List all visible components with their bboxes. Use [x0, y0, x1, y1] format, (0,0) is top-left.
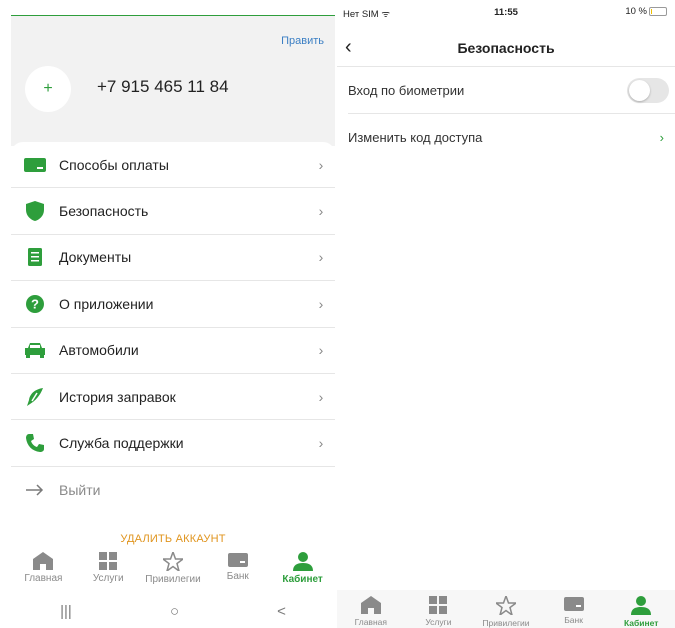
menu-item-label: Безопасность [59, 203, 149, 220]
question-icon: ? [11, 294, 59, 313]
chevron-right-icon: › [659, 129, 664, 145]
right-screen-security: Нет SIM ᯤ 11:55 10 % ‹ Безопасность Вход… [337, 0, 675, 628]
chevron-right-icon: › [318, 435, 324, 452]
battery-icon [649, 7, 667, 16]
page-title: Безопасность [457, 40, 555, 56]
card-icon [11, 157, 59, 173]
phone-icon [11, 434, 59, 453]
home-button[interactable]: ○ [170, 603, 179, 620]
tab-label: Кабинет [282, 574, 323, 585]
menu-item-about[interactable]: ? О приложении › [11, 281, 335, 328]
biometric-login-row: Вход по биометрии [337, 67, 675, 113]
tab-label: Привилегии [482, 618, 530, 628]
bank-card-icon [227, 553, 248, 567]
navigation-bar: ‹ Безопасность [337, 30, 675, 66]
tab-privileges[interactable]: Привилегии [141, 550, 206, 594]
logout-button[interactable]: Выйти [11, 467, 335, 513]
tab-home[interactable]: Главная [337, 590, 405, 628]
car-icon [11, 342, 59, 359]
battery-indicator: 10 % [625, 6, 667, 17]
chevron-right-icon: › [318, 203, 324, 220]
status-bar: Нет SIM ᯤ 11:55 10 % [337, 0, 675, 22]
tab-home[interactable]: Главная [11, 550, 76, 594]
tab-label: Услуги [92, 573, 124, 584]
recent-apps-button[interactable]: ||| [60, 603, 72, 620]
phone-number: +7 915 465 11 84 [97, 77, 229, 96]
tab-label: Банк [226, 571, 249, 582]
cabinet-menu: Способы оплаты › Безопасность › Документ… [11, 142, 335, 514]
change-passcode-row[interactable]: Изменить код доступа › [337, 114, 675, 160]
battery-fill [651, 9, 652, 14]
star-icon [495, 596, 516, 615]
change-passcode-label: Изменить код доступа [348, 129, 483, 145]
user-icon [631, 596, 652, 615]
fuel-nozzle-icon [11, 387, 59, 407]
android-navigation-bar: ||| ○ < [11, 594, 335, 628]
menu-item-security[interactable]: Безопасность › [11, 188, 335, 235]
bottom-tab-bar: Главная Услуги Привилегии Банк Кабинет [11, 550, 335, 594]
tab-label: Главная [354, 617, 387, 627]
chevron-right-icon: › [318, 156, 324, 173]
grid-icon [99, 552, 118, 570]
menu-item-label: Документы [59, 249, 132, 266]
tab-cabinet[interactable]: Кабинет [607, 590, 675, 628]
menu-item-support[interactable]: Служба поддержки › [11, 420, 335, 467]
tab-services[interactable]: Услуги [76, 550, 141, 594]
tab-services[interactable]: Услуги [405, 590, 473, 628]
user-icon [292, 552, 313, 571]
chevron-right-icon: › [318, 342, 324, 359]
bank-card-icon [563, 597, 584, 611]
logout-label: Выйти [59, 481, 101, 498]
edit-link[interactable]: Править [281, 35, 324, 47]
add-avatar-button[interactable]: + [25, 66, 71, 112]
chevron-right-icon: › [318, 388, 324, 405]
menu-item-cars[interactable]: Автомобили › [11, 328, 335, 374]
biometric-login-label: Вход по биометрии [348, 82, 465, 98]
home-icon [360, 596, 381, 614]
chevron-right-icon: › [318, 295, 324, 312]
star-icon [162, 552, 183, 571]
plus-icon: + [43, 80, 53, 97]
tab-label: Услуги [425, 617, 452, 627]
biometric-toggle[interactable] [627, 77, 669, 103]
toggle-knob [629, 79, 650, 101]
menu-item-label: Служба поддержки [59, 435, 184, 452]
menu-item-label: История заправок [59, 388, 176, 405]
menu-item-label: О приложении [59, 295, 154, 312]
tab-bank[interactable]: Банк [205, 550, 270, 594]
menu-item-label: Способы оплаты [59, 156, 169, 173]
document-icon [11, 248, 59, 267]
arrow-right-icon [11, 484, 59, 496]
shield-icon [11, 201, 59, 222]
menu-item-documents[interactable]: Документы › [11, 235, 335, 282]
back-button[interactable]: < [277, 603, 286, 620]
menu-item-payment-methods[interactable]: Способы оплаты › [11, 142, 335, 189]
grid-icon [429, 596, 448, 614]
status-time: 11:55 [494, 7, 518, 18]
home-icon [33, 552, 54, 570]
svg-text:?: ? [31, 296, 39, 311]
menu-item-fuel-history[interactable]: История заправок › [11, 374, 335, 421]
tab-bank[interactable]: Банк [540, 590, 608, 628]
tab-label: Банк [564, 615, 583, 625]
tab-label: Кабинет [623, 618, 659, 628]
tab-privileges[interactable]: Привилегии [472, 590, 540, 628]
chevron-right-icon: › [318, 249, 324, 266]
menu-item-label: Автомобили [59, 342, 139, 359]
delete-account-button[interactable]: УДАЛИТЬ АККАУНТ [11, 533, 335, 545]
battery-percent: 10 % [625, 6, 647, 17]
tab-label: Привилегии [145, 574, 201, 585]
tab-label: Главная [24, 573, 63, 584]
tab-cabinet[interactable]: Кабинет [270, 550, 335, 594]
bottom-tab-bar: Главная Услуги Привилегии Банк Кабинет [337, 590, 675, 628]
left-screen-cabinet: Править + +7 915 465 11 84 Способы оплат… [11, 0, 335, 628]
